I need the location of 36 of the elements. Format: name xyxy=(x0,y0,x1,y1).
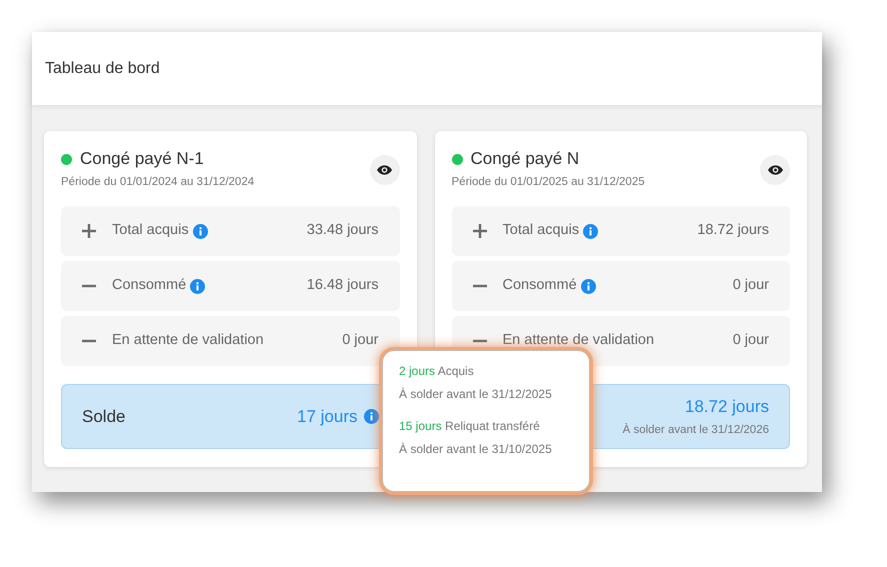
card-title: Congé payé N-1 xyxy=(80,149,204,169)
row-value: 33.48 jours xyxy=(306,221,378,240)
tooltip-note: À solder avant le 31/10/2025 xyxy=(399,441,553,458)
row-label: En attente de validation xyxy=(502,331,654,350)
plus-icon xyxy=(472,224,486,238)
period-text: Période du 01/01/2025 au 31/12/2025 xyxy=(452,175,645,190)
row-value: 0 jour xyxy=(342,331,378,350)
tooltip-entry: 2 jours Acquis xyxy=(399,363,475,380)
row-value: 18.72 jours xyxy=(697,221,769,240)
row-label: En attente de validation xyxy=(112,331,264,350)
tooltip-note: À solder avant le 31/12/2025 xyxy=(399,386,553,403)
page-title: Tableau de bord xyxy=(45,58,160,78)
eye-icon xyxy=(768,165,782,175)
view-button[interactable] xyxy=(370,155,400,185)
balance-value: 17 jours xyxy=(297,406,358,428)
info-icon[interactable] xyxy=(192,224,208,239)
info-icon[interactable] xyxy=(190,278,206,294)
row-label: Total acquis xyxy=(502,221,580,240)
balance-value: 18.72 jours xyxy=(684,396,769,418)
period-text: Période du 01/01/2024 au 31/12/2024 xyxy=(61,175,254,190)
info-icon[interactable] xyxy=(364,409,378,424)
row-value: 0 jour xyxy=(732,276,769,296)
tooltip-entry: 15 jours Reliquat transféré xyxy=(399,418,541,435)
info-icon[interactable] xyxy=(583,224,598,239)
view-button[interactable] xyxy=(760,155,790,185)
info-icon[interactable] xyxy=(580,278,596,294)
balance-label: Solde xyxy=(82,406,126,428)
row-label: Consommé xyxy=(502,276,577,296)
row-label: Total acquis xyxy=(112,221,189,240)
balance-note: À solder avant le 31/12/2026 xyxy=(622,422,769,438)
plus-icon xyxy=(82,224,96,238)
row-value: 16.48 jours xyxy=(306,276,378,296)
eye-icon xyxy=(377,165,392,175)
row-value: 0 jour xyxy=(732,331,769,350)
card-title: Congé payé N xyxy=(470,149,580,169)
row-label: Consommé xyxy=(112,276,186,296)
